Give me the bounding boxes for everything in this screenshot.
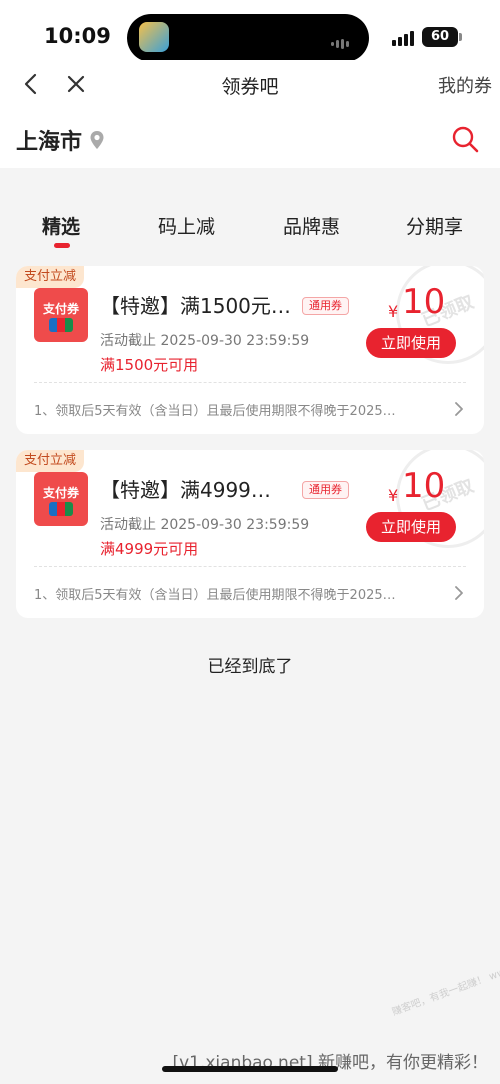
status-time: 10:09 (44, 24, 111, 48)
coupon-type-badge: 通用券 (302, 297, 349, 315)
my-coupons-link[interactable]: 我的券 (438, 72, 492, 98)
audio-wave-icon (331, 33, 353, 49)
coupon-rule[interactable]: 1、领取后5天有效（含当日）且最后使用期限不得晚于2025… (34, 400, 444, 419)
battery-tip (459, 33, 462, 41)
chevron-right-icon[interactable] (454, 586, 464, 600)
coupon-title: 【特邀】满4999… (100, 478, 271, 502)
divider (34, 566, 466, 567)
watermark-stamp: 赚客吧，有我一起赚！ www.zuanke8.com (390, 940, 500, 1019)
coupon-title: 【特邀】满1500元… (100, 294, 291, 318)
tab-featured[interactable]: 精选 (42, 212, 80, 239)
unionpay-icon (49, 502, 73, 516)
payment-coupon-logo: 支付券 (34, 472, 88, 526)
app-activity-icon (139, 22, 169, 52)
use-now-button[interactable]: 立即使用 (366, 512, 456, 542)
coupon-tag: 支付立减 (16, 266, 85, 288)
payment-coupon-logo: 支付券 (34, 288, 88, 342)
use-now-button[interactable]: 立即使用 (366, 328, 456, 358)
end-of-list-text: 已经到底了 (207, 657, 293, 677)
coupon-condition: 满1500元可用 (100, 356, 199, 374)
signal-icon (392, 30, 416, 46)
currency-symbol: ¥ (388, 302, 399, 321)
dynamic-island (127, 14, 369, 62)
coupon-expiry: 活动截止 2025-09-30 23:59:59 (100, 517, 310, 533)
coupon-amount: 10 (402, 466, 446, 506)
tab-scan-discount[interactable]: 码上减 (158, 212, 215, 239)
unionpay-icon (49, 318, 73, 332)
logo-label: 支付券 (42, 486, 79, 500)
city-selector[interactable]: 上海市 (16, 124, 82, 156)
currency-symbol: ¥ (388, 486, 399, 505)
divider (34, 382, 466, 383)
logo-label: 支付券 (42, 302, 79, 316)
tab-active-indicator (54, 243, 70, 248)
coupon-tag: 支付立减 (16, 450, 85, 472)
page-title: 领券吧 (221, 76, 279, 98)
coupon-rule[interactable]: 1、领取后5天有效（含当日）且最后使用期限不得晚于2025… (34, 584, 444, 603)
tab-installment[interactable]: 分期享 (406, 212, 463, 239)
location-pin-icon (90, 131, 104, 149)
coupon-type-badge: 通用券 (302, 481, 349, 499)
tab-brand-deals[interactable]: 品牌惠 (283, 212, 340, 239)
home-indicator[interactable] (162, 1066, 338, 1072)
coupon-card: 已领取 支付立减 支付券 【特邀】满1500元… 通用券 活动截止 2025-0… (16, 266, 484, 434)
location-bar: 上海市 (0, 110, 500, 168)
coupon-amount: 10 (402, 282, 446, 322)
chevron-right-icon[interactable] (454, 402, 464, 416)
coupon-card: 已领取 支付立减 支付券 【特邀】满4999… 通用券 活动截止 2025-09… (16, 450, 484, 618)
battery-icon: 60 (422, 27, 458, 47)
nav-bar: 领券吧 我的券 (0, 60, 500, 110)
coupon-condition: 满4999元可用 (100, 540, 199, 558)
coupon-expiry: 活动截止 2025-09-30 23:59:59 (100, 333, 310, 349)
search-icon[interactable] (450, 124, 480, 154)
category-tabs: 精选 码上减 品牌惠 分期享 (0, 200, 500, 256)
